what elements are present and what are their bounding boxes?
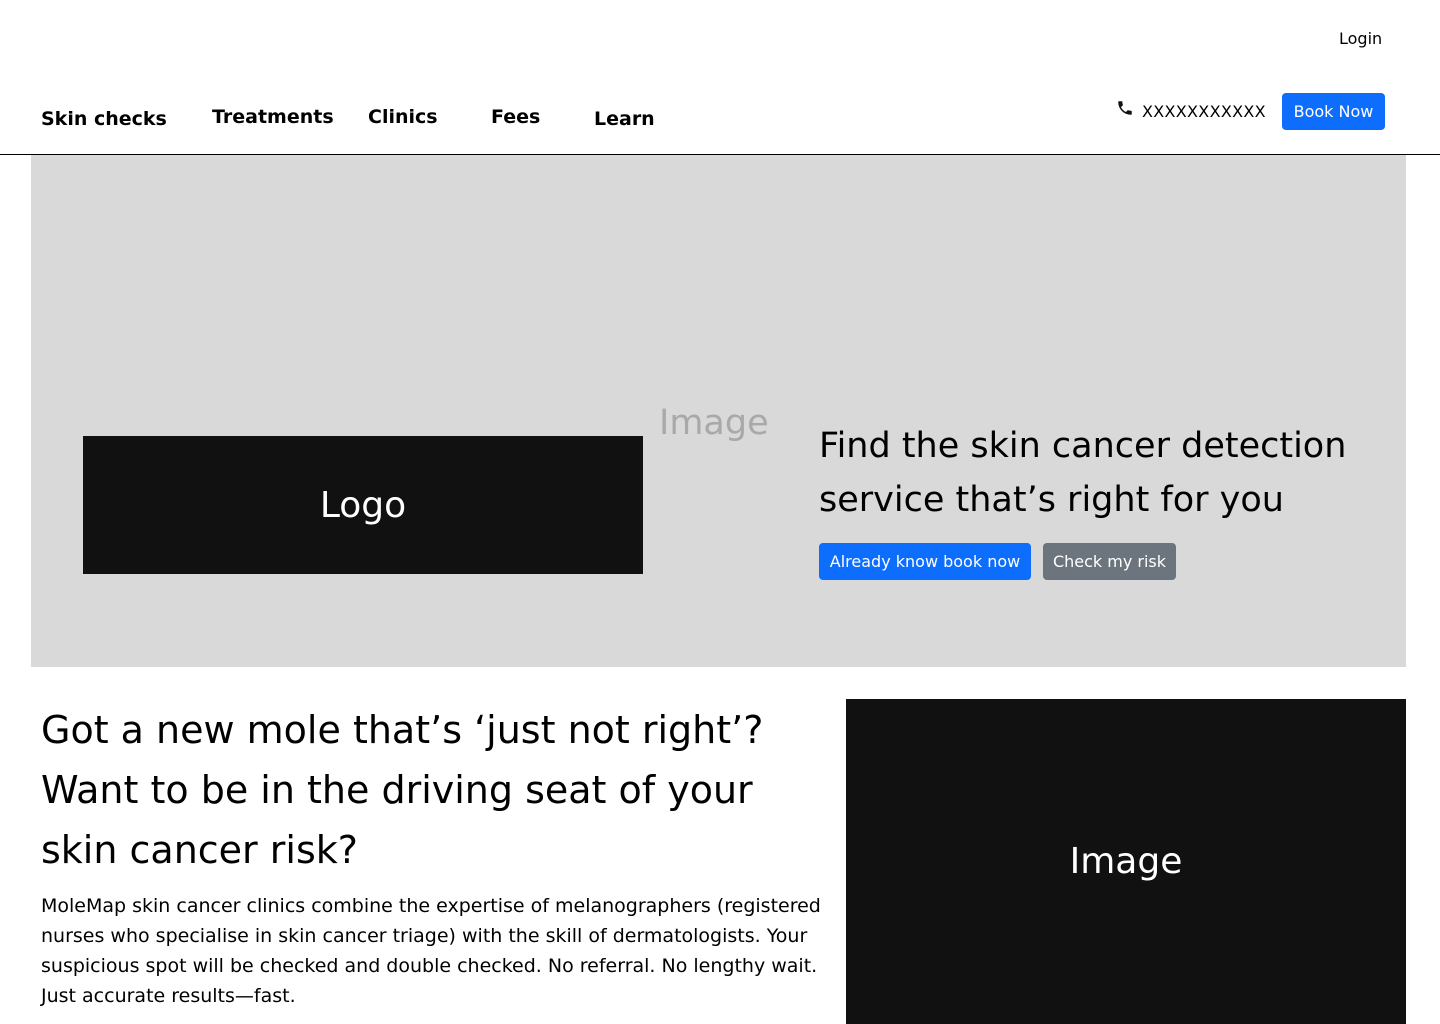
page: Login Skin checks Treatments Clinics Fee… bbox=[0, 0, 1440, 1024]
phone-icon bbox=[1118, 101, 1132, 115]
nav-item-skin-checks[interactable]: Skin checks bbox=[41, 107, 167, 131]
nav-item-fees[interactable]: Fees bbox=[491, 105, 540, 129]
check-my-risk-button[interactable]: Check my risk bbox=[1043, 543, 1176, 580]
intro-image-placeholder: Image bbox=[846, 699, 1406, 1024]
already-know-book-now-button[interactable]: Already know book now bbox=[819, 543, 1031, 580]
hero-image-placeholder: Image bbox=[659, 403, 769, 443]
phone-number: XXXXXXXXXXX bbox=[1142, 102, 1266, 121]
nav-item-clinics[interactable]: Clinics bbox=[368, 105, 438, 129]
nav-item-treatments[interactable]: Treatments bbox=[212, 105, 334, 129]
intro-heading: Got a new mole that’s ‘just not right’? … bbox=[41, 708, 764, 872]
book-now-button[interactable]: Book Now bbox=[1282, 93, 1385, 130]
intro-image-label: Image bbox=[1069, 841, 1183, 882]
logo-label: Logo bbox=[319, 484, 407, 526]
hero-heading: Find the skin cancer detection service t… bbox=[819, 426, 1347, 520]
phone-contact[interactable]: XXXXXXXXXXX bbox=[1116, 100, 1266, 124]
hero-banner: Image Logo Find the skin cancer detectio… bbox=[31, 155, 1406, 667]
nav-item-learn[interactable]: Learn bbox=[594, 107, 655, 131]
intro-body: MoleMap skin cancer clinics combine the … bbox=[41, 895, 821, 1007]
login-link[interactable]: Login bbox=[1339, 28, 1382, 50]
logo: Logo bbox=[83, 436, 643, 574]
